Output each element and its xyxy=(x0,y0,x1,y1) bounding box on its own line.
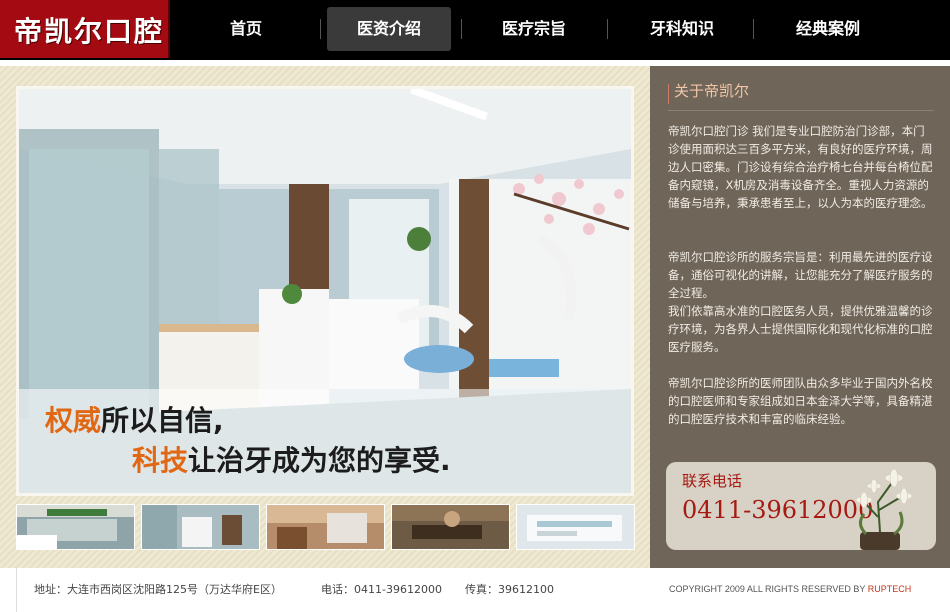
footer-fax: 传真：39612100 xyxy=(465,583,554,596)
sidebar-heading: 关于帝凯尔 xyxy=(674,82,750,100)
footer-info: 地址：大连市西岗区沈阳路125号（万达华府E区） 电话：0411-3961200… xyxy=(16,568,651,612)
copyright-brand-link[interactable]: RUPTECH xyxy=(868,584,912,594)
nav-divider xyxy=(607,19,608,39)
footer-copyright: COPYRIGHT 2009 ALL RIGHTS RESERVED BY RU… xyxy=(650,568,950,612)
nav-item-dental-knowledge[interactable]: 牙科知识 xyxy=(620,7,744,51)
nav-item-mission[interactable]: 医疗宗旨 xyxy=(472,7,596,51)
nav-item-doctors[interactable]: 医资介绍 xyxy=(327,7,451,51)
slogan-highlight-technology: 科技 xyxy=(132,444,189,477)
slogan-text: 让治牙成为您的享受. xyxy=(188,444,451,477)
about-paragraph: 帝凯尔口腔门诊 我们是专业口腔防治门诊部，本门诊使用面积达三百多平方米，有良好的… xyxy=(668,124,933,210)
clinic-banner-image: 权威所以自信, 科技让治牙成为您的享受. xyxy=(19,89,631,493)
thumbnail-equipment[interactable] xyxy=(516,504,635,550)
main-content: 权威所以自信, 科技让治牙成为您的享受. xyxy=(0,66,650,568)
thumbnail-strip xyxy=(16,504,636,550)
contact-box: 联系电话 0411-39612000 xyxy=(666,462,936,550)
sidebar: 关于帝凯尔 帝凯尔口腔门诊 我们是专业口腔防治门诊部，本门诊使用面积达三百多平方… xyxy=(650,66,950,568)
thumbnail-image xyxy=(17,505,134,549)
nav-item-home[interactable]: 首页 xyxy=(184,7,308,51)
team-paragraph: 帝凯尔口腔诊所的医师团队由众多毕业于国内外名校的口腔医师和专家组成如日本金泽大学… xyxy=(668,376,933,426)
mission-paragraph: 帝凯尔口腔诊所的服务宗旨是：利用最先进的医疗设备，通俗可视化的讲解，让您能充分了… xyxy=(668,250,933,300)
contact-label: 联系电话 xyxy=(682,472,743,490)
staff-paragraph: 我们依靠高水准的口腔医务人员，提供优雅温馨的诊疗环境，为各界人士提供国际化和现代… xyxy=(668,304,933,354)
thumbnail-clinic-exterior[interactable] xyxy=(16,504,135,550)
header: 帝凯尔口腔 首页 医资介绍 医疗宗旨 牙科知识 经典案例 xyxy=(0,0,950,60)
thumbnail-image xyxy=(517,505,634,549)
thumbnail-image xyxy=(267,505,384,549)
thumbnail-image xyxy=(392,505,509,549)
slogan-highlight-authority: 权威 xyxy=(45,404,102,437)
copyright-text: COPYRIGHT 2009 ALL RIGHTS RESERVED BY RU… xyxy=(669,584,911,594)
orchid-icon xyxy=(855,468,913,550)
slogan-line-2: 科技让治牙成为您的享受. xyxy=(132,439,451,479)
nav-item-cases[interactable]: 经典案例 xyxy=(766,7,890,51)
nav-divider xyxy=(320,19,321,39)
slogan-text: 所以自信, xyxy=(101,404,224,437)
nav-divider xyxy=(461,19,462,39)
thumbnail-image xyxy=(142,505,259,549)
sidebar-title: 关于帝凯尔 xyxy=(668,78,934,111)
slogan-line-1: 权威所以自信, xyxy=(45,399,224,439)
footer-phone: 电话：0411-39612000 xyxy=(321,583,442,596)
nav-divider xyxy=(753,19,754,39)
title-accent-bar xyxy=(668,84,669,104)
thumbnail-reception[interactable] xyxy=(266,504,385,550)
thumbnail-lounge[interactable] xyxy=(391,504,510,550)
logo-text: 帝凯尔口腔 xyxy=(14,15,165,48)
thumbnail-treatment-room[interactable] xyxy=(141,504,260,550)
contact-phone[interactable]: 0411-39612000 xyxy=(682,496,873,524)
banner-frame: 权威所以自信, 科技让治牙成为您的享受. xyxy=(16,86,634,496)
footer-address: 地址：大连市西岗区沈阳路125号（万达华府E区） xyxy=(34,583,282,596)
logo[interactable]: 帝凯尔口腔 xyxy=(0,0,170,58)
main-nav: 首页 医资介绍 医疗宗旨 牙科知识 经典案例 xyxy=(170,0,950,60)
copyright-prefix: COPYRIGHT 2009 ALL RIGHTS RESERVED BY xyxy=(669,584,868,594)
